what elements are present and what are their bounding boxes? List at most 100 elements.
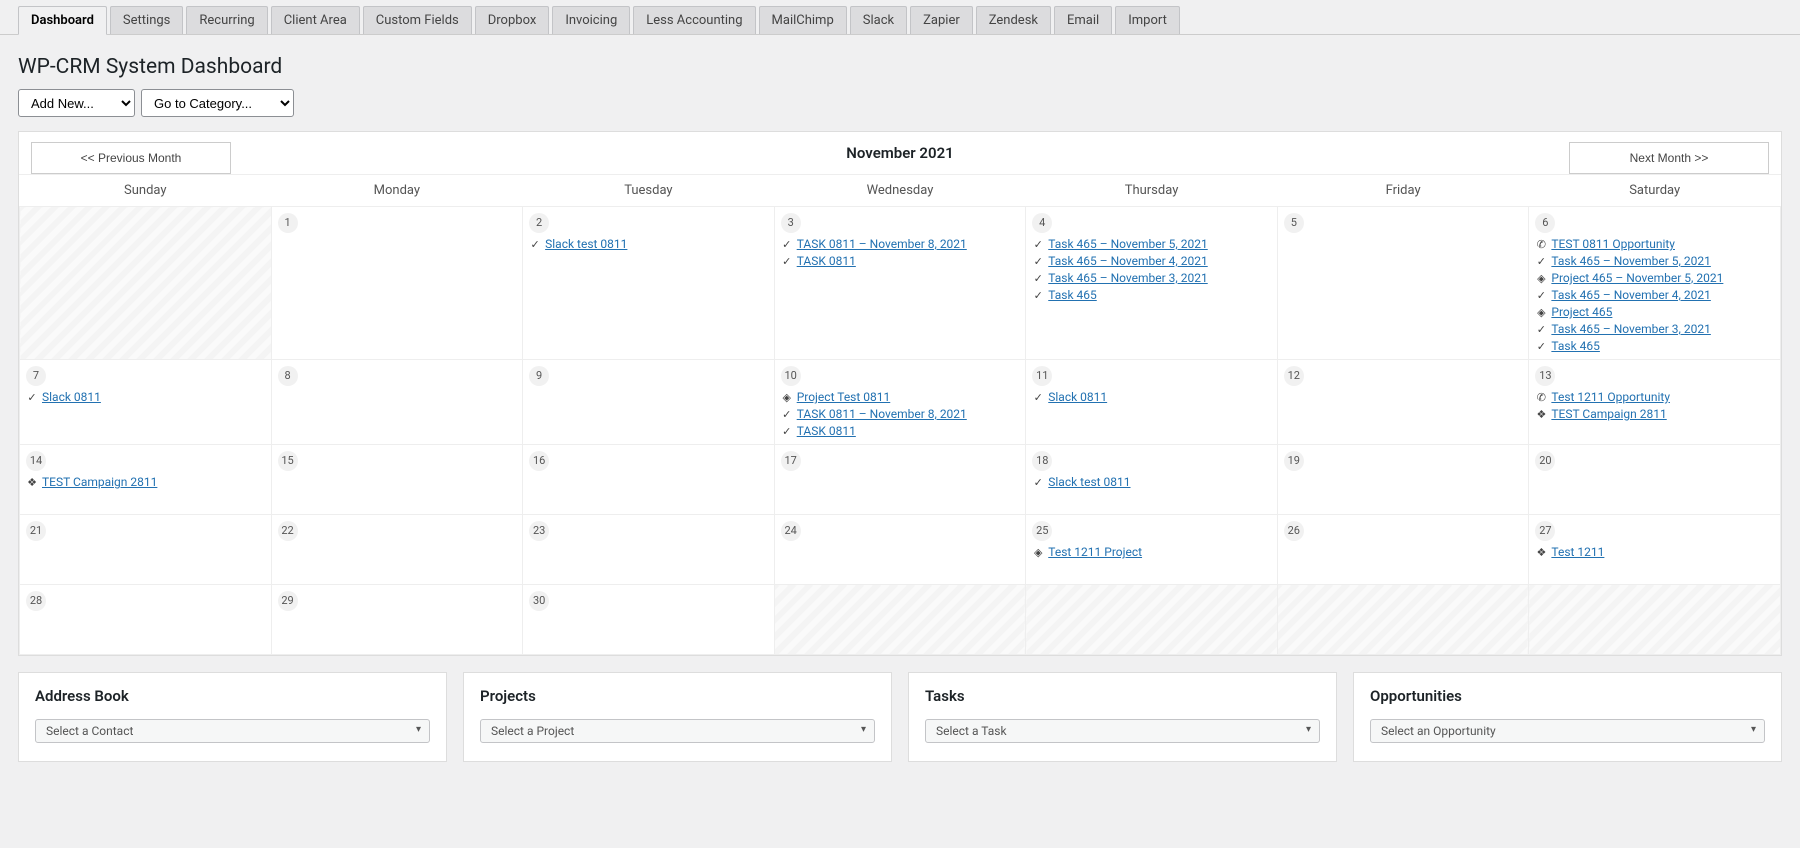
event-link[interactable]: Task 465 – November 3, 2021 [1551, 322, 1710, 336]
calendar-cell[interactable]: 26 [1277, 515, 1529, 585]
calendar-event: ✓Task 465 [1535, 339, 1774, 353]
calendar-cell[interactable]: 14❖TEST Campaign 2811 [20, 445, 272, 515]
event-link[interactable]: Task 465 – November 4, 2021 [1551, 288, 1710, 302]
event-link[interactable]: Task 465 – November 3, 2021 [1048, 271, 1207, 285]
event-link[interactable]: Slack 0811 [42, 390, 101, 404]
calendar-cell[interactable]: 10◈Project Test 0811✓TASK 0811 – Novembe… [774, 360, 1026, 445]
event-link[interactable]: Project 465 [1551, 305, 1612, 319]
opportunity-select[interactable]: Select an Opportunity [1370, 719, 1765, 743]
dow-header: Tuesday [523, 175, 775, 207]
prev-month-button[interactable]: << Previous Month [31, 142, 231, 174]
calendar-cell[interactable]: 1 [271, 207, 523, 360]
event-link[interactable]: TEST Campaign 2811 [42, 475, 157, 489]
tab-slack[interactable]: Slack [850, 6, 907, 34]
event-link[interactable]: TASK 0811 – November 8, 2021 [797, 237, 967, 251]
event-link[interactable]: TEST 0811 Opportunity [1551, 237, 1675, 251]
project-select[interactable]: Select a Project [480, 719, 875, 743]
calendar-cell[interactable]: 7 ✓Slack 0811 [20, 360, 272, 445]
contact-select[interactable]: Select a Contact [35, 719, 430, 743]
tab-client-area[interactable]: Client Area [271, 6, 360, 34]
calendar-cell[interactable]: 28 [20, 585, 272, 655]
tab-invoicing[interactable]: Invoicing [552, 6, 630, 34]
calendar-cell[interactable]: 17 [774, 445, 1026, 515]
nav-tabs: DashboardSettingsRecurringClient AreaCus… [0, 0, 1800, 35]
calendar-cell [1277, 585, 1529, 655]
tab-email[interactable]: Email [1054, 6, 1112, 34]
day-number: 10 [781, 366, 801, 386]
calendar-cell[interactable]: 6✆TEST 0811 Opportunity✓Task 465 – Novem… [1529, 207, 1781, 360]
task-icon: ✓ [1032, 476, 1044, 489]
event-link[interactable]: Task 465 – November 5, 2021 [1551, 254, 1710, 268]
event-link[interactable]: Task 465 – November 4, 2021 [1048, 254, 1207, 268]
calendar-cell[interactable]: 19 [1277, 445, 1529, 515]
calendar-cell[interactable]: 3✓TASK 0811 – November 8, 2021✓TASK 0811 [774, 207, 1026, 360]
event-link[interactable]: Test 1211 Project [1048, 545, 1142, 559]
calendar-cell[interactable]: 20 [1529, 445, 1781, 515]
event-link[interactable]: Test 1211 Opportunity [1551, 390, 1670, 404]
calendar-cell[interactable]: 12 [1277, 360, 1529, 445]
calendar-event: ✓Task 465 – November 3, 2021 [1032, 271, 1271, 285]
day-number: 26 [1284, 521, 1304, 541]
calendar-cell[interactable]: 30 [523, 585, 775, 655]
day-number: 13 [1535, 366, 1555, 386]
calendar-cell[interactable]: 2✓Slack test 0811 [523, 207, 775, 360]
calendar-event: ✓Task 465 – November 5, 2021 [1032, 237, 1271, 251]
calendar-cell[interactable]: 27❖Test 1211 [1529, 515, 1781, 585]
day-number: 22 [278, 521, 298, 541]
calendar-title: November 2021 [846, 144, 953, 162]
day-number: 5 [1284, 213, 1304, 233]
tab-settings[interactable]: Settings [110, 6, 183, 34]
event-link[interactable]: Task 465 – November 5, 2021 [1048, 237, 1207, 251]
tab-custom-fields[interactable]: Custom Fields [363, 6, 472, 34]
add-new-select[interactable]: Add New... [18, 89, 135, 117]
day-number: 7 [26, 366, 46, 386]
day-number: 11 [1032, 366, 1052, 386]
next-month-button[interactable]: Next Month >> [1569, 142, 1769, 174]
calendar-cell[interactable]: 4✓Task 465 – November 5, 2021✓Task 465 –… [1026, 207, 1278, 360]
calendar-cell[interactable]: 11✓Slack 0811 [1026, 360, 1278, 445]
event-link[interactable]: TASK 0811 [797, 424, 856, 438]
calendar-event: ◈ Project 465 [1535, 305, 1774, 319]
go-to-category-select[interactable]: Go to Category... [141, 89, 294, 117]
project-icon: ◈ [1535, 306, 1547, 319]
event-link[interactable]: TASK 0811 – November 8, 2021 [797, 407, 967, 421]
tab-dashboard[interactable]: Dashboard [18, 6, 107, 35]
event-link[interactable]: Task 465 [1048, 288, 1097, 302]
calendar-cell[interactable]: 22 [271, 515, 523, 585]
tab-dropbox[interactable]: Dropbox [475, 6, 550, 34]
opportunity-icon: ✆ [1535, 391, 1547, 404]
task-select[interactable]: Select a Task [925, 719, 1320, 743]
event-link[interactable]: Test 1211 [1551, 545, 1604, 559]
calendar-cell[interactable]: 8 [271, 360, 523, 445]
calendar-event: ❖Test 1211 [1535, 545, 1774, 559]
event-link[interactable]: TASK 0811 [797, 254, 856, 268]
calendar-cell[interactable]: 21 [20, 515, 272, 585]
calendar-cell[interactable]: 13✆Test 1211 Opportunity❖TEST Campaign 2… [1529, 360, 1781, 445]
calendar-event: ◈Test 1211 Project [1032, 545, 1271, 559]
event-link[interactable]: TEST Campaign 2811 [1551, 407, 1666, 421]
day-number: 1 [278, 213, 298, 233]
calendar-cell[interactable]: 5 [1277, 207, 1529, 360]
day-number: 16 [529, 451, 549, 471]
event-link[interactable]: Project Test 0811 [797, 390, 891, 404]
calendar-event: ✓Slack 0811 [26, 390, 265, 404]
event-link[interactable]: Task 465 [1551, 339, 1600, 353]
calendar-cell[interactable]: 23 [523, 515, 775, 585]
tab-mailchimp[interactable]: MailChimp [759, 6, 847, 34]
calendar-cell[interactable]: 29 [271, 585, 523, 655]
calendar-cell[interactable]: 9 [523, 360, 775, 445]
calendar-cell[interactable]: 24 [774, 515, 1026, 585]
event-link[interactable]: Slack 0811 [1048, 390, 1107, 404]
tab-recurring[interactable]: Recurring [186, 6, 267, 34]
event-link[interactable]: Project 465 – November 5, 2021 [1551, 271, 1723, 285]
calendar-cell[interactable]: 15 [271, 445, 523, 515]
tab-import[interactable]: Import [1115, 6, 1180, 34]
event-link[interactable]: Slack test 0811 [1048, 475, 1130, 489]
tab-zendesk[interactable]: Zendesk [976, 6, 1051, 34]
tab-zapier[interactable]: Zapier [910, 6, 973, 34]
event-link[interactable]: Slack test 0811 [545, 237, 627, 251]
calendar-cell[interactable]: 25◈Test 1211 Project [1026, 515, 1278, 585]
tab-less-accounting[interactable]: Less Accounting [633, 6, 755, 34]
calendar-cell[interactable]: 18✓Slack test 0811 [1026, 445, 1278, 515]
calendar-cell[interactable]: 16 [523, 445, 775, 515]
